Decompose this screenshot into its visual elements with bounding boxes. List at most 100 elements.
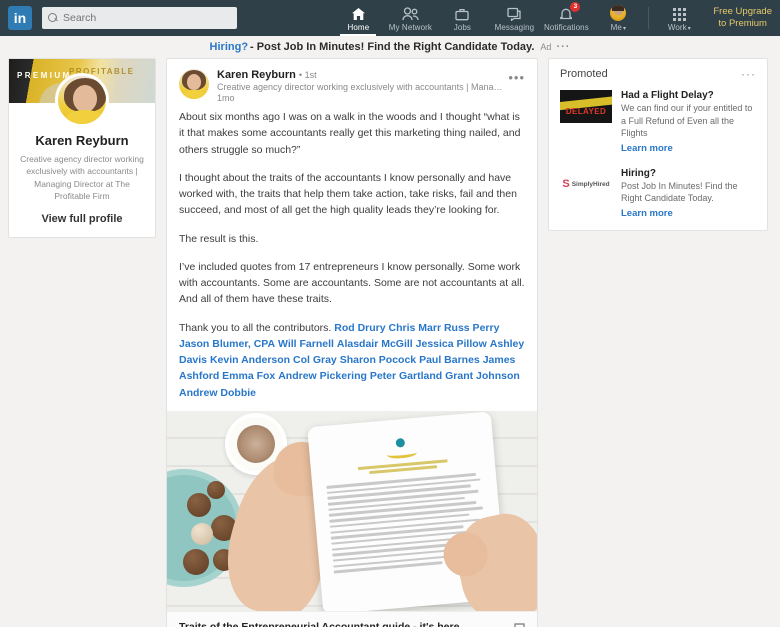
- feed-post: Karen Reyburn • 1st Creative agency dire…: [166, 58, 538, 627]
- post-author-label: Karen Reyburn: [217, 69, 296, 81]
- ad-menu-icon[interactable]: ···: [556, 41, 570, 53]
- simplyhired-mark: S: [562, 177, 570, 190]
- mentions-prefix: Thank you to all the contributors.: [179, 321, 332, 334]
- premium-line-1: Free Upgrade: [713, 6, 772, 18]
- post-paragraph: I’ve included quotes from 17 entrepreneu…: [179, 260, 525, 306]
- mention-link[interactable]: Kevin Anderson: [210, 354, 290, 366]
- search-box[interactable]: [42, 7, 237, 29]
- mention-link[interactable]: Rod Drury: [334, 322, 385, 334]
- profile-headline: Creative agency director working exclusi…: [20, 154, 144, 201]
- learn-more-link[interactable]: Learn more: [621, 143, 756, 154]
- link-preview-text: Traits of the Entrepreneurial Accountant…: [179, 621, 514, 627]
- nav-label-my-network: My Network: [388, 23, 432, 32]
- post-image[interactable]: [167, 410, 537, 611]
- search-input[interactable]: [63, 12, 231, 24]
- chevron-down-icon: ▾: [687, 26, 691, 32]
- document-logo: [384, 437, 420, 462]
- chevron-down-icon: ▾: [622, 26, 627, 32]
- ad-highlight: Hiring?: [209, 41, 249, 53]
- nav-label-me: Me: [610, 23, 622, 32]
- mention-link[interactable]: Emma Fox: [222, 370, 275, 382]
- bookmark-icon[interactable]: [514, 623, 525, 627]
- post-header-text: Karen Reyburn • 1st Creative agency dire…: [217, 69, 504, 103]
- top-ad-banner[interactable]: Hiring? - Post Job In Minutes! Find the …: [0, 36, 780, 58]
- simplyhired-logo-thumb: S SimplyHired: [560, 167, 612, 201]
- nav-label-messaging: Messaging: [494, 23, 535, 32]
- link-preview-title: Traits of the Entrepreneurial Accountant…: [179, 620, 460, 627]
- profile-avatar[interactable]: [55, 73, 109, 127]
- mention-link[interactable]: Chris Marr: [389, 322, 442, 334]
- flight-thumb-word: DELAYED: [565, 107, 607, 116]
- mention-link[interactable]: Andrew Pickering: [278, 370, 367, 382]
- simplyhired-word: SimplyHired: [571, 180, 610, 188]
- nav-label-jobs: Jobs: [453, 23, 472, 32]
- nav-item-home[interactable]: Home: [332, 0, 384, 36]
- post-mentions: Thank you to all the contributors. Rod D…: [179, 320, 525, 401]
- mention-link[interactable]: Peter Gartland: [370, 370, 442, 382]
- mention-link[interactable]: Will Farnell: [278, 338, 334, 350]
- top-navbar: in Home My Network: [0, 0, 780, 36]
- post-header: Karen Reyburn • 1st Creative agency dire…: [167, 59, 537, 103]
- nav-items: Home My Network Jobs Messaging 3 Notific…: [332, 0, 780, 36]
- promoted-description: We can find our if your entitled to a Fu…: [621, 103, 753, 139]
- ad-tag: Ad: [540, 42, 552, 52]
- nav-item-work[interactable]: Work▾: [653, 0, 705, 36]
- mention-link[interactable]: Paul Barnes: [419, 354, 480, 366]
- promoted-header: Promoted ···: [549, 59, 767, 87]
- mention-link[interactable]: Sharon Pocock: [340, 354, 416, 366]
- mention-link[interactable]: Alasdair McGill: [337, 338, 413, 350]
- nav-item-messaging[interactable]: Messaging: [488, 0, 540, 36]
- nav-label-home: Home: [347, 23, 370, 32]
- promoted-menu-icon[interactable]: ···: [741, 68, 756, 80]
- mention-link[interactable]: Jessica Pillow: [416, 338, 487, 350]
- people-icon: [402, 6, 419, 21]
- nav-item-my-network[interactable]: My Network: [384, 0, 436, 36]
- promoted-item-text: Hiring? Post Job In Minutes! Find the Ri…: [621, 168, 756, 219]
- search-icon: [48, 13, 58, 23]
- right-sidebar: Promoted ··· DELAYED Had a Flight Delay?…: [548, 58, 768, 231]
- notifications-badge: 3: [570, 2, 581, 12]
- post-author-name[interactable]: Karen Reyburn • 1st: [217, 69, 504, 81]
- linkedin-logo[interactable]: in: [8, 6, 32, 30]
- post-author-avatar[interactable]: [179, 69, 209, 99]
- mention-link[interactable]: Andrew Dobbie: [179, 387, 256, 399]
- nav-item-notifications[interactable]: 3 Notifications: [540, 0, 592, 36]
- nav-item-jobs[interactable]: Jobs: [436, 0, 488, 36]
- post-paragraph: The result is this.: [179, 232, 259, 245]
- promoted-title: Promoted: [560, 68, 608, 80]
- nav-label-notifications: Notifications: [543, 23, 589, 32]
- mention-link[interactable]: Grant Johnson: [445, 370, 520, 382]
- view-full-profile-link[interactable]: View full profile: [19, 213, 145, 225]
- learn-more-link[interactable]: Learn more: [621, 208, 756, 219]
- grid-icon: [672, 6, 686, 21]
- post-body: About six months ago I was on a walk in …: [167, 103, 537, 401]
- briefcase-icon: [455, 6, 470, 21]
- post-author-headline: Creative agency director working exclusi…: [217, 82, 505, 92]
- nav-divider: [648, 7, 650, 29]
- premium-line-2: to Premium: [718, 18, 767, 29]
- mention-link[interactable]: Russ Perry: [444, 322, 499, 334]
- promoted-item[interactable]: DELAYED Had a Flight Delay? We can find …: [549, 87, 767, 165]
- left-sidebar: PREMIUM PROFITABLE Karen Reyburn Creativ…: [8, 58, 156, 239]
- promoted-headline: Had a Flight Delay?: [621, 90, 714, 101]
- promoted-item-text: Had a Flight Delay? We can find our if y…: [621, 90, 756, 154]
- profile-name: Karen Reyburn: [35, 133, 129, 148]
- main-feed: Karen Reyburn • 1st Creative agency dire…: [166, 58, 538, 627]
- profile-card[interactable]: PREMIUM PROFITABLE Karen Reyburn Creativ…: [8, 58, 156, 239]
- free-upgrade-premium-link[interactable]: Free Upgrade to Premium: [705, 0, 780, 36]
- ad-text: - Post Job In Minutes! Find the Right Ca…: [250, 41, 535, 53]
- mention-link[interactable]: Col Gray: [293, 354, 337, 366]
- post-menu-icon[interactable]: •••: [504, 69, 525, 103]
- flight-delayed-thumb: DELAYED: [560, 90, 612, 123]
- link-preview[interactable]: Traits of the Entrepreneurial Accountant…: [167, 610, 537, 627]
- post-timestamp: 1mo: [217, 93, 235, 103]
- nav-item-me[interactable]: Me▾: [592, 0, 644, 36]
- home-icon: [351, 6, 366, 21]
- mention-link[interactable]: Jason Blumer, CPA: [179, 338, 275, 350]
- promoted-item[interactable]: S SimplyHired Hiring? Post Job In Minute…: [549, 165, 767, 230]
- message-icon: [507, 6, 522, 21]
- avatar: [610, 5, 627, 21]
- post-paragraph: I thought about the traits of the accoun…: [179, 171, 517, 217]
- promoted-card: Promoted ··· DELAYED Had a Flight Delay?…: [548, 58, 768, 231]
- post-author-degree: • 1st: [298, 70, 317, 80]
